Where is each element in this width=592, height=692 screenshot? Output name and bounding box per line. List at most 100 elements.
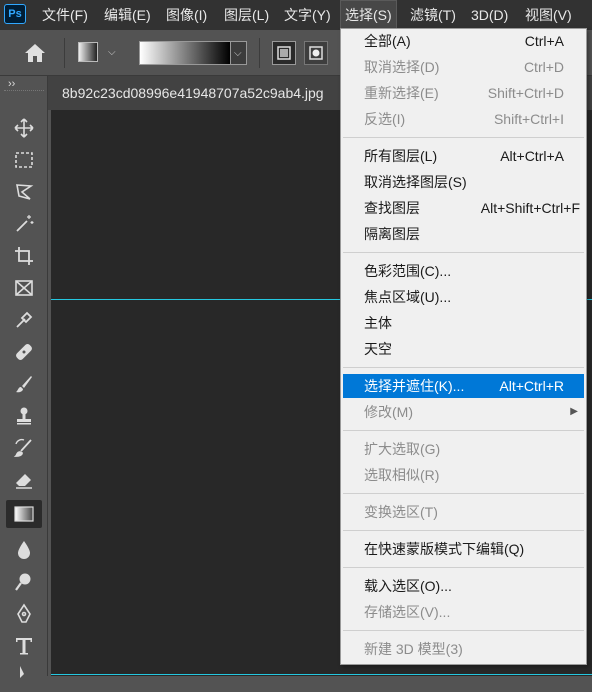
menu-item-inverse[interactable]: 反选(I) Shift+Ctrl+I [343,107,584,131]
lasso-tool-icon[interactable] [6,178,42,206]
pen-tool-icon[interactable] [6,600,42,628]
menu-separator [343,137,584,138]
menu-item-all-layers[interactable]: 所有图层(L) Alt+Ctrl+A [343,144,584,168]
menu-item-isolate-layers[interactable]: 隔离图层 [343,222,584,246]
magic-wand-tool-icon[interactable] [6,210,42,238]
menu-item-transform-selection[interactable]: 变换选区(T) [343,500,584,524]
menu-item-label: 存储选区(V)... [364,604,451,620]
menu-item-shortcut: Alt+Shift+Ctrl+F [480,200,580,216]
brush-tool-icon[interactable] [6,370,42,398]
menu-file[interactable]: 文件(F) [42,0,88,30]
menu-item-label: 在快速蒙版模式下编辑(Q) [364,541,525,557]
menu-item-shortcut: Ctrl+D [523,59,564,75]
crop-tool-icon[interactable] [6,242,42,270]
chevron-down-icon: ⌵ [234,48,242,59]
panel-grip[interactable] [4,90,44,93]
menu-item-select-all[interactable]: 全部(A) Ctrl+A [343,29,584,53]
menu-item-grow[interactable]: 扩大选取(G) [343,437,584,461]
menu-item-label: 所有图层(L) [364,148,438,164]
menu-item-label: 取消选择图层(S) [364,174,467,190]
history-brush-tool-icon[interactable] [6,434,42,462]
gradient-picker-dropdown[interactable]: ⌵ [231,41,247,65]
tools-panel: ›› [0,76,48,678]
menu-item-sky[interactable]: 天空 [343,337,584,361]
menu-item-color-range[interactable]: 色彩范围(C)... [343,259,584,283]
menu-item-quick-mask[interactable]: 在快速蒙版模式下编辑(Q) [343,537,584,561]
move-tool-icon[interactable] [6,114,42,142]
menu-item-label: 重新选择(E) [364,85,439,101]
menu-item-focus-area[interactable]: 焦点区域(U)... [343,285,584,309]
menu-item-shortcut: Alt+Ctrl+R [499,378,564,394]
menu-item-find-layers[interactable]: 查找图层 Alt+Shift+Ctrl+F [343,196,584,220]
menu-item-shortcut: Alt+Ctrl+A [500,148,564,164]
menu-image[interactable]: 图像(I) [166,0,207,30]
type-tool-icon[interactable] [6,632,42,660]
menu-separator [343,530,584,531]
clone-stamp-tool-icon[interactable] [6,402,42,430]
menu-separator [343,630,584,631]
radial-gradient-icon[interactable] [304,41,328,65]
menu-edit[interactable]: 编辑(E) [104,0,151,30]
healing-brush-tool-icon[interactable] [6,338,42,366]
dodge-tool-icon[interactable] [6,568,42,596]
menu-item-similar[interactable]: 选取相似(R) [343,463,584,487]
document-tab[interactable]: 8b92c23cd08996e41948707a52c9ab4.jpg [54,76,332,110]
menu-item-load-selection[interactable]: 载入选区(O)... [343,574,584,598]
menu-item-label: 隔离图层 [364,226,420,242]
menu-separator [343,493,584,494]
gradient-preview[interactable] [139,41,231,65]
eraser-tool-icon[interactable] [6,466,42,494]
home-icon[interactable] [22,42,48,64]
menu-item-modify[interactable]: 修改(M) ▶ [343,400,584,424]
menu-item-label: 扩大选取(G) [364,441,441,457]
menu-item-label: 天空 [364,341,392,357]
menu-item-label: 选取相似(R) [364,467,440,483]
frame-tool-icon[interactable] [6,274,42,302]
menu-item-label: 色彩范围(C)... [364,263,452,279]
toolbar-divider [64,38,65,68]
menu-item-label: 新建 3D 模型(3) [364,641,463,657]
menu-3d[interactable]: 3D(D) [471,0,508,30]
menu-item-label: 主体 [364,315,392,331]
menu-select[interactable]: 选择(S) [340,0,397,30]
menu-item-label: 焦点区域(U)... [364,289,452,305]
gradient-tool-icon[interactable] [6,500,42,528]
menu-item-deselect[interactable]: 取消选择(D) Ctrl+D [343,55,584,79]
menu-item-shortcut: Shift+Ctrl+I [493,111,564,127]
menu-separator [343,252,584,253]
menu-separator [343,430,584,431]
eyedropper-tool-icon[interactable] [6,306,42,334]
menu-item-label: 取消选择(D) [364,59,440,75]
menu-separator [343,367,584,368]
guide-line[interactable] [51,674,592,675]
menu-type[interactable]: 文字(Y) [284,0,331,30]
menu-item-shortcut: Ctrl+A [524,33,564,49]
blur-tool-icon[interactable] [6,536,42,564]
path-selection-tool-icon[interactable] [6,664,42,692]
menu-item-label: 修改(M) [364,404,413,420]
menu-item-label: 全部(A) [364,33,411,49]
photoshop-logo-icon[interactable]: Ps [4,4,26,24]
menu-item-select-and-mask[interactable]: 选择并遮住(K)... Alt+Ctrl+R [343,374,584,398]
menu-item-subject[interactable]: 主体 [343,311,584,335]
menu-item-label: 选择并遮住(K)... [364,378,465,394]
toolbar-divider [259,38,260,68]
menu-separator [343,567,584,568]
menu-layer[interactable]: 图层(L) [224,0,269,30]
menu-bar: Ps 文件(F) 编辑(E) 图像(I) 图层(L) 文字(Y) 选择(S) 滤… [0,0,592,30]
menu-item-label: 反选(I) [364,111,406,127]
menu-item-label: 载入选区(O)... [364,578,452,594]
menu-item-reselect[interactable]: 重新选择(E) Shift+Ctrl+D [343,81,584,105]
menu-item-save-selection[interactable]: 存储选区(V)... [343,600,584,624]
gradient-tool-preset-icon[interactable] [78,42,98,62]
collapse-panel-icon[interactable]: ›› [8,78,15,90]
menu-item-new-3d-extrusion[interactable]: 新建 3D 模型(3) [343,637,584,661]
rectangular-marquee-tool-icon[interactable] [6,146,42,174]
menu-item-label: 查找图层 [364,200,420,216]
linear-gradient-icon[interactable] [272,41,296,65]
menu-item-deselect-layers[interactable]: 取消选择图层(S) [343,170,584,194]
submenu-arrow-icon: ▶ [570,406,578,417]
menu-filter[interactable]: 滤镜(T) [410,0,456,30]
chevron-down-icon[interactable]: ⌵ [108,47,116,58]
menu-view[interactable]: 视图(V) [525,0,572,30]
